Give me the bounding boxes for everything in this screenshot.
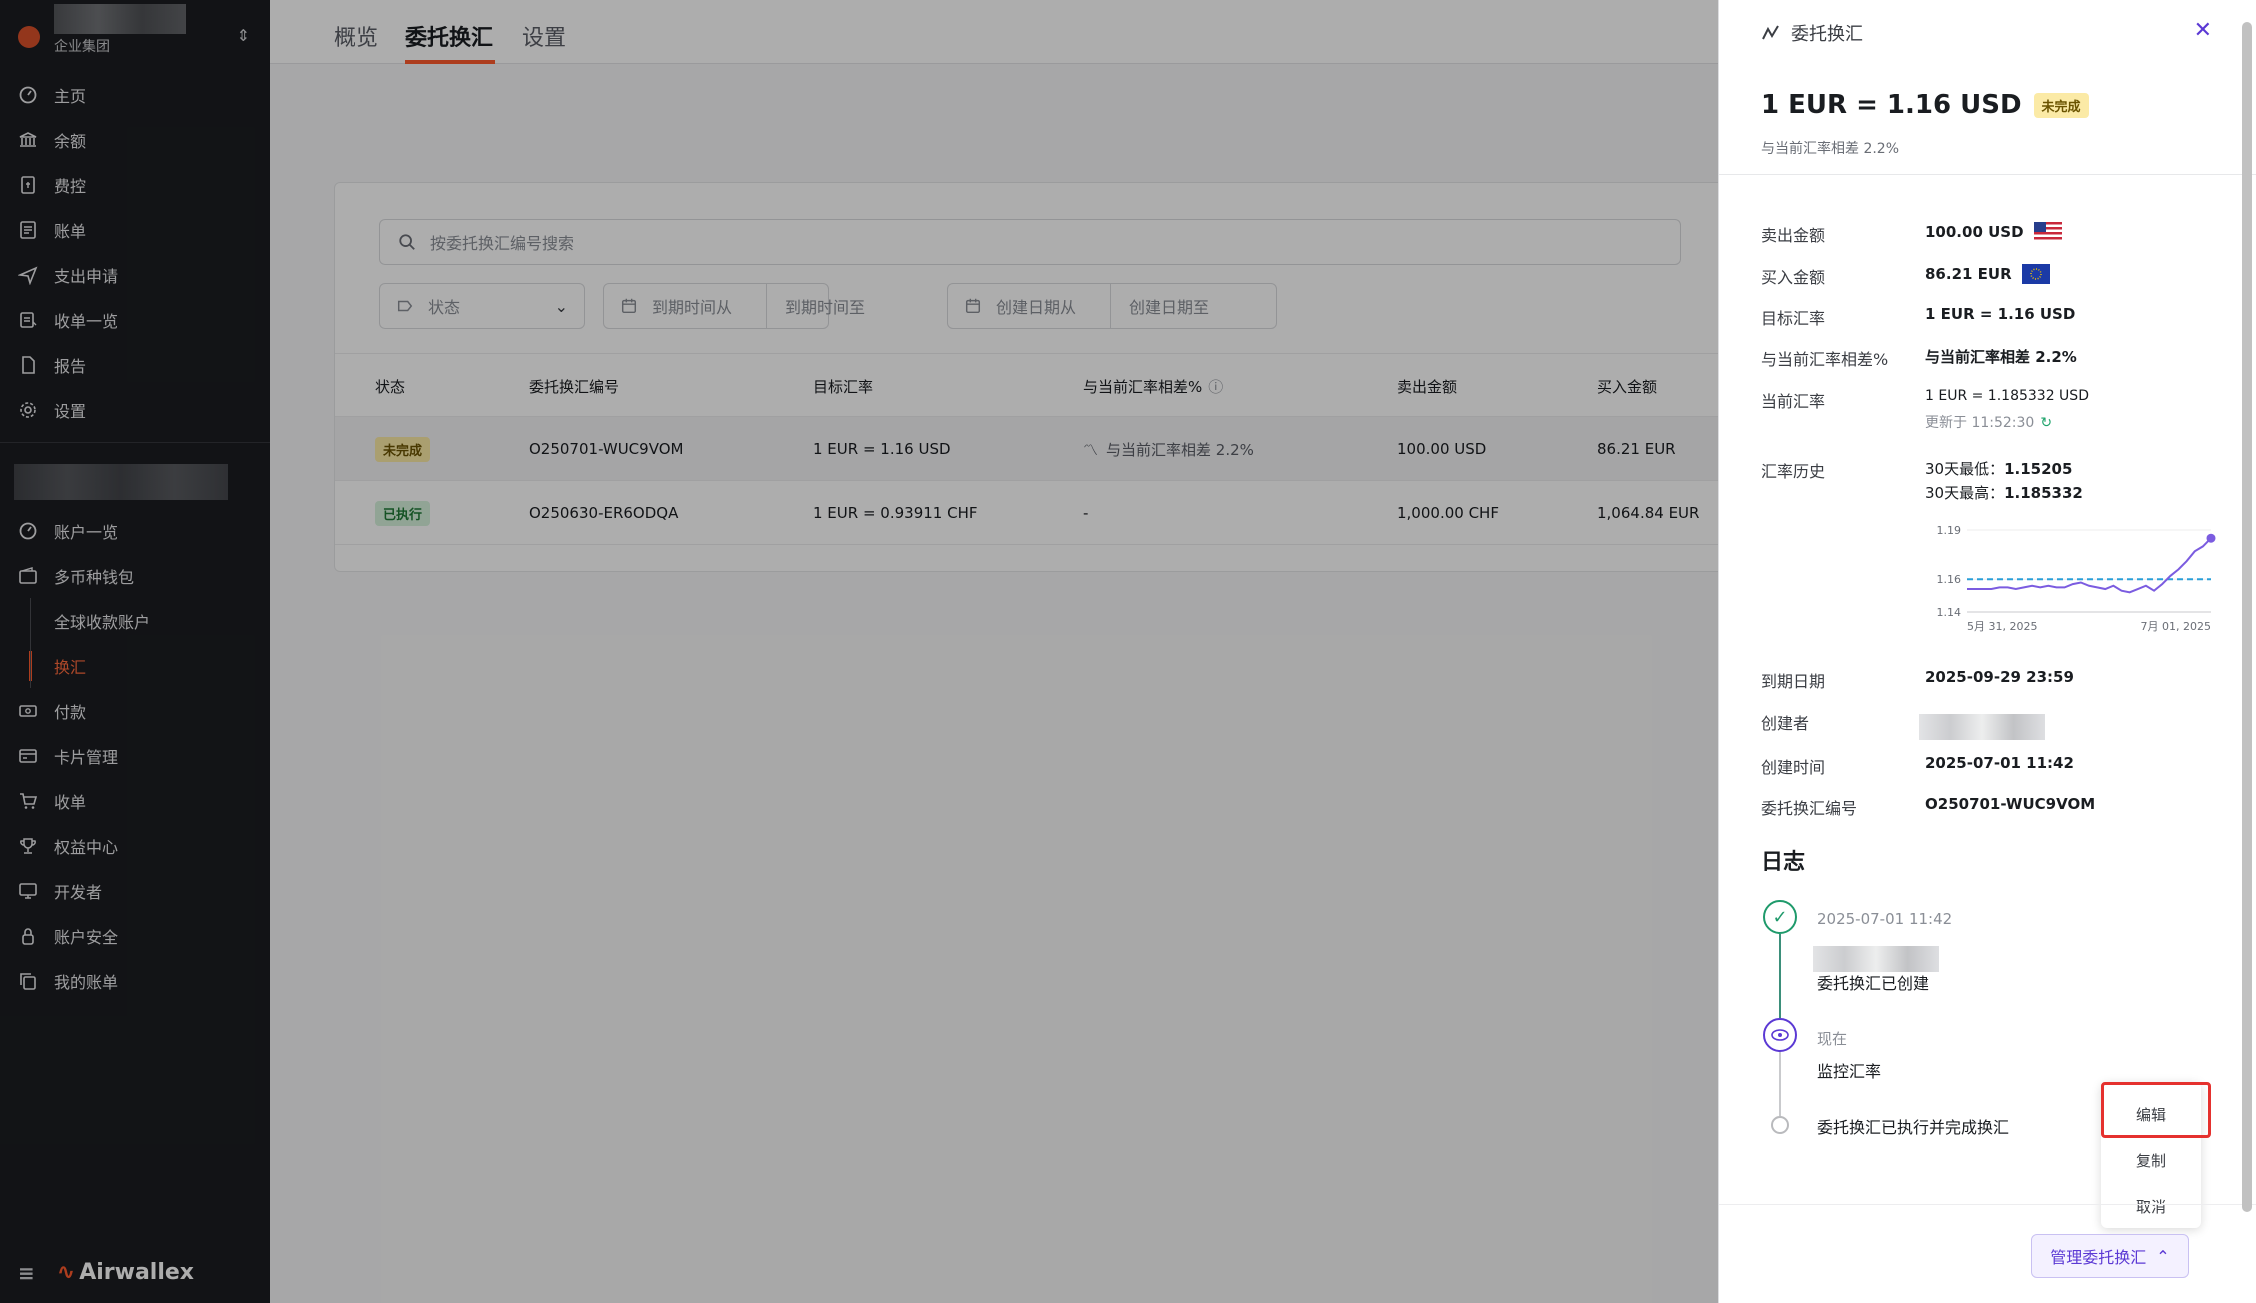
chevron-up-icon: ⌃ [2156, 1246, 2170, 1266]
menu-item-cancel[interactable]: 取消 [2101, 1196, 2201, 1217]
updated-time: 更新于 11:52:30 ↻ [1925, 412, 2052, 432]
panel-rate: 1 EUR = 1.16 USD 未完成 [1761, 90, 2089, 120]
rate-history-chart: 1.19 1.16 1.14 5月 31, 2025 7月 01, 2025 [1937, 524, 2216, 633]
diff-label: 与当前汇率相差% [1761, 350, 1889, 369]
log-actor-redacted [1813, 946, 1939, 972]
created-value: 2025-07-01 11:42 [1925, 754, 2074, 772]
highlight-box [2101, 1082, 2211, 1138]
pending-dot-icon [1771, 1116, 1789, 1134]
history-low: 30天最低：1.15205 [1925, 458, 2072, 479]
history-low-value: 1.15205 [2004, 460, 2073, 478]
created-label: 创建时间 [1761, 758, 1826, 777]
buy-label: 买入金额 [1761, 268, 1826, 287]
history-high-label: 30天最高： [1925, 484, 2005, 502]
log-time: 2025-07-01 11:42 [1817, 910, 1953, 928]
panel-diff: 与当前汇率相差 2.2% [1761, 141, 1900, 157]
log-text: 委托换汇已执行并完成换汇 [1817, 1118, 2010, 1137]
eu-flag-icon [2021, 264, 2050, 284]
history-label: 汇率历史 [1761, 462, 1826, 481]
chart-ytick-label: 1.14 [1937, 606, 1962, 619]
timeline-line [1779, 1052, 1781, 1116]
log-text: 监控汇率 [1817, 1062, 1882, 1081]
history-high: 30天最高：1.185332 [1925, 482, 2083, 503]
check-icon: ✓ [1763, 900, 1797, 934]
sell-label: 卖出金额 [1761, 226, 1826, 245]
close-icon[interactable]: ✕ [2194, 18, 2212, 43]
log-time: 现在 [1817, 1030, 1848, 1048]
eye-icon [1763, 1018, 1797, 1052]
log-text: 委托换汇已创建 [1817, 974, 1930, 993]
buy-amount: 86.21 EUR [1925, 265, 2012, 283]
us-flag-icon [2033, 222, 2062, 242]
trend-icon [1762, 25, 1779, 40]
chart-last-point [2206, 533, 2216, 543]
creator-label: 创建者 [1761, 714, 1810, 733]
panel-title: 委托换汇 [1761, 20, 1863, 46]
updated-text: 更新于 11:52:30 [1925, 415, 2035, 431]
creator-name-redacted [1919, 714, 2045, 740]
manage-label: 管理委托换汇 [2050, 1248, 2147, 1267]
buy-value: 86.21 EUR [1925, 264, 2050, 284]
order-id-value: O250701-WUC9VOM [1925, 795, 2096, 813]
order-id-label: 委托换汇编号 [1761, 799, 1858, 818]
detail-panel: 委托换汇 ✕ 1 EUR = 1.16 USD 未完成 与当前汇率相差 2.2% … [1718, 0, 2256, 1303]
chart-xtick-label: 7月 01, 2025 [2141, 620, 2211, 633]
diff-value: 与当前汇率相差 2.2% [1925, 348, 2077, 366]
menu-item-copy[interactable]: 复制 [2101, 1150, 2201, 1171]
sell-amount: 100.00 USD [1925, 223, 2024, 241]
manage-order-button[interactable]: 管理委托换汇 ⌃ [2031, 1234, 2189, 1278]
chart-ytick-label: 1.16 [1937, 573, 1962, 586]
current-rate-label: 当前汇率 [1761, 392, 1826, 411]
panel-footer-divider [1719, 1204, 2256, 1205]
panel-title-text: 委托换汇 [1791, 24, 1863, 45]
log-title: 日志 [1761, 850, 1806, 875]
history-high-value: 1.185332 [2004, 484, 2083, 502]
scrollbar[interactable] [2242, 22, 2252, 1212]
panel-divider [1719, 174, 2256, 175]
current-rate-value: 1 EUR = 1.185332 USD [1925, 388, 2089, 404]
target-value: 1 EUR = 1.16 USD [1925, 305, 2076, 323]
modal-overlay[interactable] [0, 0, 1718, 1303]
chart-xtick-label: 5月 31, 2025 [1967, 620, 2037, 633]
history-low-label: 30天最低： [1925, 460, 2005, 478]
expiry-label: 到期日期 [1761, 672, 1826, 691]
status-badge: 未完成 [2033, 92, 2089, 118]
timeline-line [1779, 934, 1781, 1018]
chart-ytick-label: 1.19 [1937, 524, 1962, 537]
target-label: 目标汇率 [1761, 309, 1826, 328]
sell-value: 100.00 USD [1925, 222, 2062, 242]
refresh-icon[interactable]: ↻ [2040, 415, 2052, 431]
chart-series-line [1967, 537, 2212, 594]
rate-text: 1 EUR = 1.16 USD [1761, 90, 2022, 120]
expiry-value: 2025-09-29 23:59 [1925, 668, 2074, 686]
